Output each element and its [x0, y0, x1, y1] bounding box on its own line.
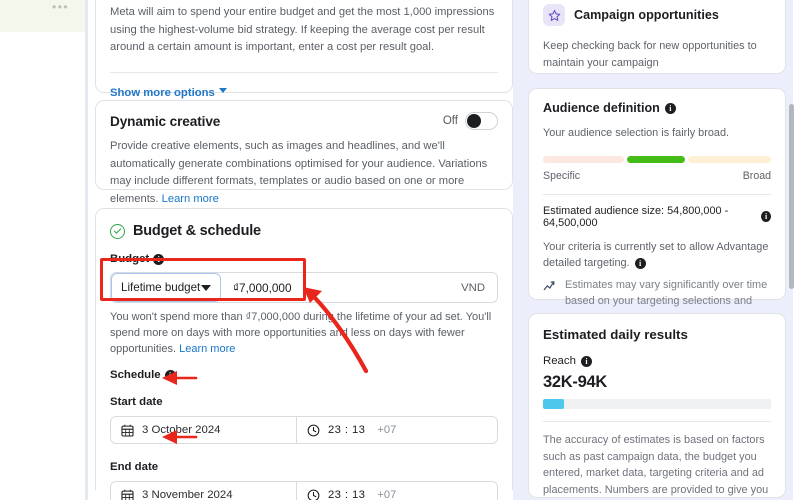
calendar-icon [121, 424, 134, 437]
clock-icon [307, 424, 320, 436]
info-icon[interactable]: i [664, 102, 676, 114]
reach-label-row: Reach i [543, 355, 771, 367]
right-edge-gutter [793, 0, 800, 500]
chevron-down-icon [218, 88, 227, 94]
toggle-knob [467, 114, 481, 128]
dynamic-creative-state-label: Off [442, 115, 458, 127]
end-time-value: 23 : 13 [328, 489, 366, 500]
info-icon[interactable]: i [761, 211, 771, 222]
end-date-field[interactable]: 3 November 2024 [111, 482, 297, 500]
info-icon[interactable]: i [580, 355, 592, 367]
left-rail: ••• [0, 0, 88, 500]
budget-helper-learn-more-link[interactable]: Learn more [179, 343, 235, 355]
gauge-segment-broad [688, 155, 771, 163]
reach-progress-fill [543, 399, 564, 409]
campaign-opportunities-title: Campaign opportunities [574, 8, 719, 22]
estimated-daily-results-title: Estimated daily results [543, 327, 688, 342]
dynamic-creative-title: Dynamic creative [110, 113, 221, 129]
left-rail-highlight-row [0, 0, 88, 32]
bid-strategy-description: Meta will aim to spend your entire budge… [110, 6, 495, 53]
end-date-label-text: End date [110, 461, 159, 473]
start-time-field[interactable]: 23 : 13 +07 [297, 417, 497, 443]
show-more-options-label: Show more options [110, 86, 215, 99]
results-divider [543, 421, 771, 422]
audience-breadth-gauge [543, 155, 771, 163]
end-date-row: 3 November 2024 23 : 13 +07 [110, 481, 498, 500]
budget-schedule-title: Budget & schedule [133, 223, 261, 239]
estimated-audience-size-text: Estimated audience size: 54,800,000 - 64… [543, 204, 729, 229]
form-column: Meta will aim to spend your entire budge… [95, 0, 513, 500]
campaign-opportunities-header: Campaign opportunities [543, 4, 771, 26]
end-date-value: 3 November 2024 [142, 489, 233, 500]
start-date-row: 3 October 2024 23 : 13 +07 [110, 416, 498, 444]
estimated-daily-results-card: Estimated daily results Reach i 32K-94K … [528, 313, 786, 498]
calendar-icon [121, 489, 134, 500]
audience-definition-header: Audience definition i [543, 101, 771, 115]
audience-divider [543, 193, 771, 195]
reach-label-text: Reach [543, 355, 576, 367]
check-circle-icon [110, 223, 125, 239]
reach-progress-bar [543, 399, 771, 409]
budget-highlight-annotation [100, 258, 306, 301]
gauge-labels: Specific Broad [543, 170, 771, 182]
gauge-label-broad: Broad [742, 169, 771, 182]
gauge-segment-balanced [626, 155, 686, 163]
page-scrollbar-thumb[interactable] [789, 104, 794, 289]
budget-currency-label: VND [461, 281, 485, 294]
advantage-targeting-text: Your criteria is currently set to allow … [543, 240, 769, 270]
star-icon [543, 4, 565, 26]
show-more-options-button[interactable]: Show more options [110, 83, 498, 101]
audience-definition-title: Audience definition [543, 101, 660, 115]
dynamic-creative-description: Provide creative elements, such as image… [110, 138, 498, 208]
dynamic-creative-header: Dynamic creative Off [110, 112, 498, 130]
schedule-field-label: Schedule i [110, 369, 498, 381]
end-timezone-value: +07 [377, 489, 397, 500]
estimates-disclaimer: The accuracy of estimates is based on fa… [543, 434, 769, 496]
app-root: ••• Meta will aim to spend your entire b… [0, 0, 800, 500]
start-time-value: 23 : 13 [328, 424, 366, 436]
more-options-icon[interactable]: ••• [52, 1, 69, 13]
info-icon[interactable]: i [634, 257, 646, 269]
start-date-label: Start date [110, 396, 498, 408]
end-time-field[interactable]: 23 : 13 +07 [297, 482, 497, 500]
schedule-label-text: Schedule [110, 369, 161, 381]
budget-helper-text: You won't spend more than ₫7,000,000 dur… [110, 309, 498, 357]
campaign-opportunities-body: Keep checking back for new opportunities… [543, 40, 757, 69]
start-date-field[interactable]: 3 October 2024 [111, 417, 297, 443]
end-date-label: End date [110, 461, 498, 473]
estimated-audience-size-row: Estimated audience size: 54,800,000 - 64… [543, 205, 771, 229]
gauge-segment-specific [543, 155, 624, 163]
dynamic-creative-learn-more-link[interactable]: Learn more [162, 193, 219, 205]
advantage-targeting-note: Your criteria is currently set to allow … [543, 239, 771, 272]
bid-strategy-divider [110, 71, 498, 73]
start-date-value: 3 October 2024 [142, 424, 221, 436]
insights-column: Campaign opportunities Keep checking bac… [528, 0, 793, 500]
budget-helper-text-body: You won't spend more than ₫7,000,000 dur… [110, 311, 492, 355]
rail-divider [85, 0, 88, 500]
dynamic-creative-card: Dynamic creative Off Provide creative el… [95, 100, 513, 205]
trend-chart-icon [543, 280, 555, 290]
budget-schedule-card: Budget & schedule Budget i Lifetime budg… [95, 208, 513, 500]
bid-strategy-card: Meta will aim to spend your entire budge… [95, 0, 513, 99]
campaign-opportunities-card: Campaign opportunities Keep checking bac… [528, 0, 786, 74]
budget-schedule-header: Budget & schedule [110, 223, 498, 239]
clock-icon [307, 489, 320, 500]
reach-value: 32K-94K [543, 373, 607, 391]
audience-summary: Your audience selection is fairly broad. [543, 127, 730, 139]
gauge-label-specific: Specific [543, 169, 581, 182]
start-timezone-value: +07 [377, 424, 397, 436]
dynamic-creative-toggle[interactable] [465, 112, 498, 130]
info-icon[interactable]: i [164, 369, 176, 381]
start-date-label-text: Start date [110, 396, 163, 408]
audience-definition-card: Audience definition i Your audience sele… [528, 88, 786, 340]
